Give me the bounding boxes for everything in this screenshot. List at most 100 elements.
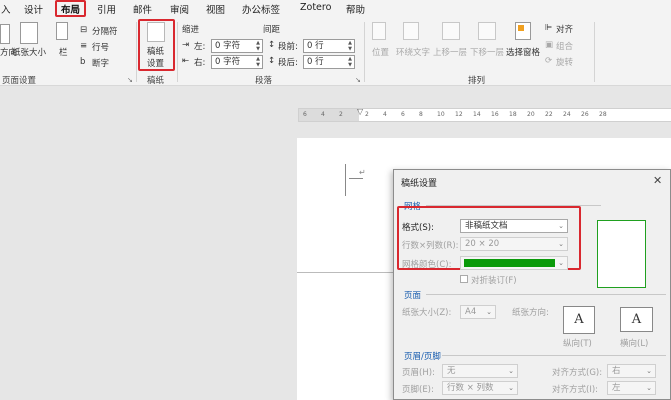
- indent-right-icon: ⇤: [182, 56, 190, 66]
- ruler-margin: [299, 109, 359, 121]
- wrap-text-button[interactable]: 环绕文字: [396, 46, 430, 58]
- line-numbers-icon[interactable]: ≡: [80, 41, 87, 51]
- portrait-label: 纵向(T): [563, 339, 592, 349]
- columns-button[interactable]: 栏: [59, 46, 68, 58]
- hyphenation-icon[interactable]: b: [80, 57, 85, 67]
- grid-preview: [597, 220, 646, 288]
- dialog-title: 稿纸设置: [401, 179, 438, 189]
- spacing-after-icon: ↕: [268, 56, 276, 66]
- grid-color-swatch: [464, 259, 555, 267]
- spacing-before-icon: ↕: [268, 40, 276, 50]
- ruler-tick-label: 10: [437, 111, 445, 118]
- header-align-label: 对齐方式(G):: [552, 368, 603, 378]
- close-icon[interactable]: ✕: [653, 174, 662, 187]
- cursor-mark: [345, 164, 346, 196]
- tab-references[interactable]: 引用: [97, 2, 116, 16]
- indent-right-label: 右:: [194, 58, 206, 68]
- ruler-tick-label: 14: [473, 111, 481, 118]
- spacing-before-label: 段前:: [278, 42, 298, 52]
- align-icon[interactable]: ⊫: [545, 23, 552, 33]
- header-footer-section-title: 页眉/页脚: [404, 352, 441, 362]
- page-setup-group-label: 页面设置: [2, 76, 37, 86]
- tab-mailings[interactable]: 邮件: [133, 2, 152, 16]
- indent-marker-icon[interactable]: ▽: [357, 107, 363, 116]
- ruler-tick-label: 12: [455, 111, 463, 118]
- tab-design[interactable]: 设计: [24, 2, 43, 16]
- wrap-text-icon[interactable]: [403, 22, 419, 40]
- spacing-before-stepper[interactable]: 0 行 ▲ ▼: [303, 39, 355, 53]
- send-backward-button[interactable]: 下移一层: [470, 46, 504, 58]
- rotate-icon[interactable]: ⟳: [545, 56, 552, 66]
- separator: [136, 22, 137, 82]
- portrait-button[interactable]: A: [563, 306, 595, 334]
- landscape-label: 横向(L): [620, 339, 649, 349]
- ruler-tick-label: 18: [509, 111, 517, 118]
- orientation-icon[interactable]: [0, 24, 10, 44]
- hyphenation-button[interactable]: 断字: [92, 57, 109, 69]
- group-button[interactable]: 组合: [556, 40, 573, 52]
- bring-forward-button[interactable]: 上移一层: [433, 46, 467, 58]
- send-backward-icon[interactable]: [478, 22, 496, 40]
- tab-view[interactable]: 视图: [206, 2, 225, 16]
- columns-icon[interactable]: [56, 22, 68, 40]
- line-numbers-button[interactable]: 行号: [92, 41, 109, 53]
- rotate-button[interactable]: 旋转: [556, 56, 573, 68]
- rows-cols-select[interactable]: 20 × 20 ⌄: [460, 237, 568, 251]
- manuscript-button-highlight: [138, 19, 175, 71]
- ruler-tick-label: 26: [581, 111, 589, 118]
- header-select[interactable]: 无 ⌄: [442, 364, 518, 378]
- ruler-tick-label: 4: [321, 111, 325, 118]
- paragraph-launcher-icon[interactable]: ↘: [355, 76, 361, 84]
- tab-zotero[interactable]: Zotero: [300, 2, 331, 13]
- ruler-tick-label: 28: [599, 111, 607, 118]
- header-align-select[interactable]: 右 ⌄: [607, 364, 656, 378]
- indent-left-stepper[interactable]: 0 字符 ▲ ▼: [211, 39, 263, 53]
- bring-forward-icon[interactable]: [442, 22, 460, 40]
- landscape-button[interactable]: A: [620, 307, 653, 332]
- group-icon[interactable]: ▣: [545, 40, 553, 50]
- ruler-tick-label: 8: [419, 111, 423, 118]
- paper-size-icon[interactable]: [20, 22, 38, 44]
- position-button[interactable]: 位置: [372, 46, 389, 58]
- tab-review[interactable]: 审阅: [170, 2, 189, 16]
- tab-insert[interactable]: 入: [1, 2, 11, 16]
- ruler-tick-label: 2: [365, 111, 369, 118]
- grid-color-select[interactable]: ⌄: [460, 256, 568, 270]
- breaks-icon[interactable]: ⊟: [80, 25, 87, 35]
- footer-align-select[interactable]: 左 ⌄: [607, 381, 656, 395]
- spacing-after-label: 段后:: [278, 58, 298, 68]
- indent-left-label: 左:: [194, 42, 206, 52]
- spacing-after-stepper[interactable]: 0 行 ▲ ▼: [303, 55, 355, 69]
- ribbon-tabs: 入 设计 布局 引用 邮件 审阅 视图 办公标签 Zotero 帮助: [0, 0, 671, 18]
- separator: [364, 22, 365, 82]
- ruler-tick-label: 22: [545, 111, 553, 118]
- ribbon: 方向 纸张大小 栏 ⊟ 分隔符 ≡ 行号 b 断字 页面设置 ↘ 稿纸 设置 稿…: [0, 18, 671, 86]
- manuscript-settings-dialog: 稿纸设置 ✕ 网格 格式(S): 非稿纸文档 ⌄ 行数×列数(R): 20 × 2…: [393, 169, 671, 400]
- page-setup-launcher-icon[interactable]: ↘: [127, 76, 133, 84]
- align-button[interactable]: 对齐: [556, 23, 573, 35]
- horizontal-ruler[interactable]: ▽ 6 4 2 2 4 6 8 10 12 14 16 18 20 22 24 26 28: [298, 107, 671, 122]
- format-label: 格式(S):: [402, 223, 434, 233]
- format-select[interactable]: 非稿纸文档 ⌄: [460, 219, 568, 233]
- fold-checkbox[interactable]: [460, 275, 468, 283]
- paragraph-group-label: 段落: [255, 76, 273, 86]
- paper-size-button[interactable]: 纸张大小: [12, 46, 46, 58]
- page-break-line: [297, 272, 393, 273]
- breaks-button[interactable]: 分隔符: [92, 25, 118, 37]
- tab-help[interactable]: 帮助: [346, 2, 365, 16]
- selection-pane-icon[interactable]: [515, 22, 531, 40]
- paper-size-select[interactable]: A4 ⌄: [460, 305, 496, 319]
- tab-layout-highlight: [55, 0, 86, 17]
- selection-pane-button[interactable]: 选择窗格: [506, 46, 540, 58]
- page-section-title: 页面: [404, 291, 422, 301]
- tab-office-tab[interactable]: 办公标签: [242, 2, 280, 16]
- footer-select[interactable]: 行数 × 列数 ⌄: [442, 381, 518, 395]
- indent-right-stepper[interactable]: 0 字符 ▲ ▼: [211, 55, 263, 69]
- grid-color-label: 网格颜色(C):: [402, 260, 452, 270]
- separator: [594, 22, 595, 82]
- footer-align-label: 对齐方式(I):: [552, 385, 599, 395]
- ruler-tick-label: 20: [527, 111, 535, 118]
- position-icon[interactable]: [372, 22, 386, 40]
- portrait-icon: A: [574, 312, 584, 327]
- ruler-tick-label: 6: [401, 111, 405, 118]
